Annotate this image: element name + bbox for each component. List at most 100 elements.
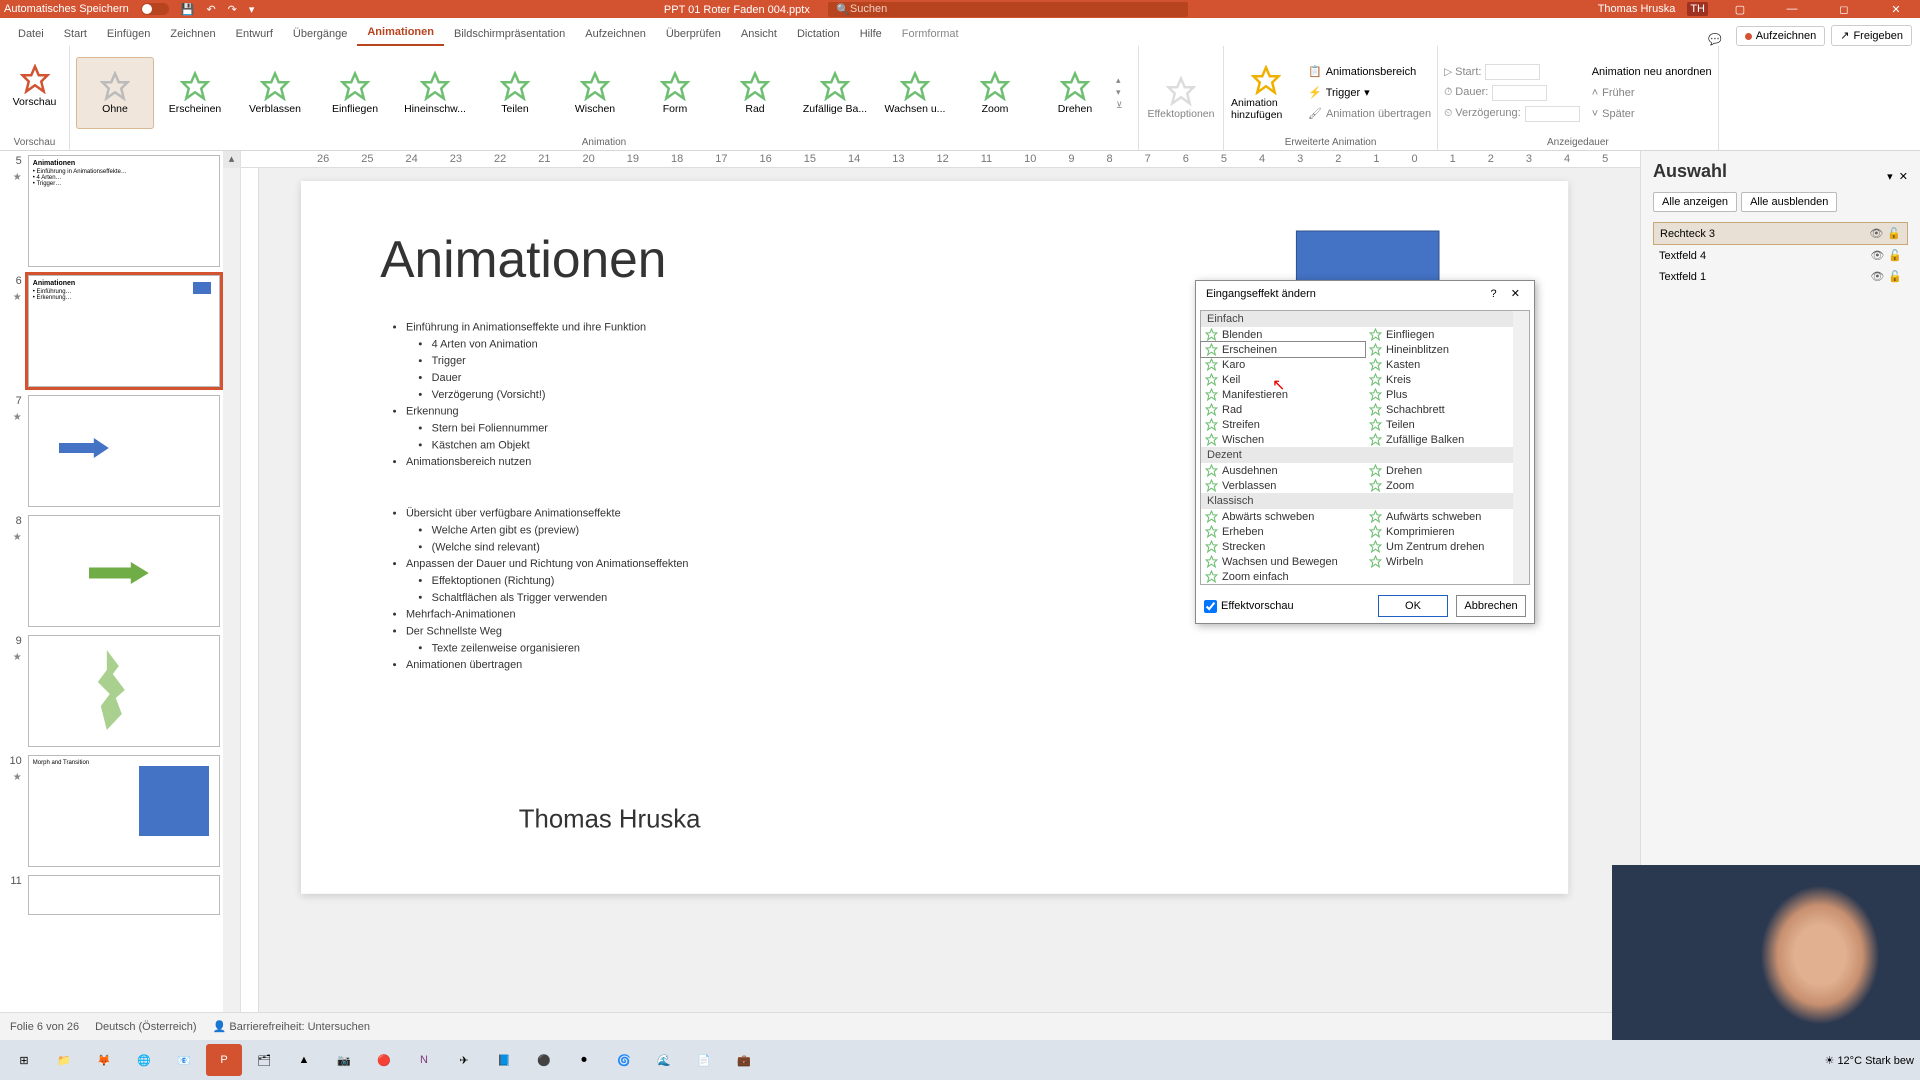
- effect-zoomeinfach[interactable]: Zoom einfach: [1201, 569, 1365, 584]
- app6-icon[interactable]: 🌀: [606, 1044, 642, 1076]
- earlier-button[interactable]: ˄ Früher: [1592, 83, 1712, 103]
- animation-pane-button[interactable]: 📋 Animationsbereich: [1308, 62, 1431, 82]
- redo-icon[interactable]: ↷: [228, 3, 237, 16]
- effect-blenden[interactable]: Blenden: [1201, 327, 1365, 342]
- app4-icon[interactable]: 📘: [486, 1044, 522, 1076]
- comments-icon[interactable]: 💬: [1708, 33, 1722, 46]
- autosave-toggle[interactable]: [141, 3, 169, 15]
- maximize-icon[interactable]: ◻: [1824, 3, 1864, 16]
- anim-rad[interactable]: Rad: [716, 57, 794, 129]
- anim-wachsenu[interactable]: Wachsen u...: [876, 57, 954, 129]
- tab-start[interactable]: Start: [54, 22, 97, 46]
- verz-field[interactable]: [1525, 106, 1580, 122]
- thumb-5[interactable]: ★Animationen• Einführung in Animationsef…: [28, 155, 220, 267]
- dialog-help-icon[interactable]: ?: [1487, 288, 1501, 300]
- user-badge[interactable]: TH: [1687, 2, 1708, 16]
- vlc-icon[interactable]: ▲: [286, 1044, 322, 1076]
- telegram-icon[interactable]: ✈: [446, 1044, 482, 1076]
- start-button[interactable]: ⊞: [6, 1044, 42, 1076]
- effect-karo[interactable]: Karo: [1201, 357, 1365, 372]
- effect-verblassen[interactable]: Verblassen: [1201, 478, 1365, 493]
- effect-wirbeln[interactable]: Wirbeln: [1365, 554, 1529, 569]
- tab-ueberpruefen[interactable]: Überprüfen: [656, 22, 731, 46]
- anim-ohne[interactable]: Ohne: [76, 57, 154, 129]
- tab-hilfe[interactable]: Hilfe: [850, 22, 892, 46]
- app3-icon[interactable]: 🔴: [366, 1044, 402, 1076]
- app5-icon[interactable]: ⏺: [566, 1044, 602, 1076]
- eye-icon[interactable]: 👁: [1870, 249, 1884, 262]
- anim-gallery-more[interactable]: ▴▾⊻: [1116, 74, 1132, 112]
- thumb-11[interactable]: [28, 875, 220, 915]
- thumb-scrollbar[interactable]: ▴▾: [223, 151, 240, 1052]
- record-button[interactable]: Aufzeichnen: [1736, 26, 1826, 46]
- add-animation-button[interactable]: Animation hinzufügen: [1230, 57, 1302, 129]
- slide-counter[interactable]: Folie 6 von 26: [10, 1021, 79, 1033]
- effect-abwrtsschweben[interactable]: Abwärts schweben: [1201, 509, 1365, 524]
- effect-wachsenundbewegen[interactable]: Wachsen und Bewegen: [1201, 554, 1365, 569]
- eye-icon[interactable]: 👁: [1870, 270, 1884, 283]
- trigger-button[interactable]: ⚡ Trigger ▾: [1308, 83, 1431, 103]
- anim-hineinschw[interactable]: Hineinschw...: [396, 57, 474, 129]
- lock-icon[interactable]: 🔓: [1888, 249, 1902, 262]
- app2-icon[interactable]: 📷: [326, 1044, 362, 1076]
- chrome-icon[interactable]: 🌐: [126, 1044, 162, 1076]
- selection-item-textfeld1[interactable]: Textfeld 1👁🔓: [1653, 266, 1908, 287]
- app7-icon[interactable]: 📄: [686, 1044, 722, 1076]
- app-icon[interactable]: 🗂: [246, 1044, 282, 1076]
- anim-drehen[interactable]: Drehen: [1036, 57, 1114, 129]
- selection-item-rechteck[interactable]: Rechteck 3👁🔓: [1653, 222, 1908, 245]
- firefox-icon[interactable]: 🦊: [86, 1044, 122, 1076]
- effect-zuflligebalken[interactable]: Zufällige Balken: [1365, 432, 1529, 447]
- selpane-dropdown-icon[interactable]: ▾: [1887, 171, 1893, 183]
- lock-icon[interactable]: 🔓: [1887, 227, 1901, 240]
- save-icon[interactable]: 💾: [181, 3, 195, 16]
- anim-teilen[interactable]: Teilen: [476, 57, 554, 129]
- anim-einfliegen[interactable]: Einfliegen: [316, 57, 394, 129]
- effect-erheben[interactable]: Erheben: [1201, 524, 1365, 539]
- selpane-close-icon[interactable]: ✕: [1899, 171, 1908, 183]
- onenote-icon[interactable]: N: [406, 1044, 442, 1076]
- start-field[interactable]: [1485, 64, 1540, 80]
- effect-hineinblitzen[interactable]: Hineinblitzen: [1365, 342, 1529, 357]
- hide-all-button[interactable]: Alle ausblenden: [1741, 192, 1837, 212]
- search-box[interactable]: 🔍 Suchen: [828, 2, 1188, 17]
- ok-button[interactable]: OK: [1378, 595, 1448, 617]
- thumb-10[interactable]: ★Morph and Transition: [28, 755, 220, 867]
- obs-icon[interactable]: ⚫: [526, 1044, 562, 1076]
- tab-aufzeichnen[interactable]: Aufzeichnen: [575, 22, 656, 46]
- accessibility[interactable]: 👤 Barrierefreiheit: Untersuchen: [213, 1020, 370, 1033]
- effect-drehen[interactable]: Drehen: [1365, 463, 1529, 478]
- anim-zoom[interactable]: Zoom: [956, 57, 1034, 129]
- close-icon[interactable]: ✕: [1876, 3, 1916, 16]
- share-button[interactable]: ↗ Freigeben: [1831, 25, 1912, 46]
- tab-zeichnen[interactable]: Zeichnen: [160, 22, 225, 46]
- thumb-6[interactable]: ★Animationen• Einführung…• Erkennung…: [28, 275, 220, 387]
- tab-formformat[interactable]: Formformat: [892, 22, 969, 46]
- effect-rad[interactable]: Rad: [1201, 402, 1365, 417]
- minimize-icon[interactable]: —: [1772, 3, 1812, 15]
- show-all-button[interactable]: Alle anzeigen: [1653, 192, 1737, 212]
- selection-item-textfeld4[interactable]: Textfeld 4👁🔓: [1653, 245, 1908, 266]
- animation-painter-button[interactable]: 🖌 Animation übertragen: [1308, 104, 1431, 124]
- thumb-9[interactable]: ★: [28, 635, 220, 747]
- slide-author[interactable]: Thomas Hruska: [519, 804, 701, 835]
- effect-teilen[interactable]: Teilen: [1365, 417, 1529, 432]
- effect-options-button[interactable]: Effektoptionen: [1145, 62, 1217, 134]
- weather-widget[interactable]: ☀ 12°C Stark bew: [1825, 1054, 1914, 1067]
- outlook-icon[interactable]: 📧: [166, 1044, 202, 1076]
- effect-erscheinen[interactable]: Erscheinen: [1201, 342, 1365, 357]
- eye-icon[interactable]: 👁: [1869, 227, 1883, 240]
- ribbon-display-icon[interactable]: ▢: [1720, 3, 1760, 16]
- later-button[interactable]: ˅ Später: [1592, 104, 1712, 124]
- preview-checkbox[interactable]: Effektvorschau: [1204, 600, 1370, 613]
- tab-uebergaenge[interactable]: Übergänge: [283, 22, 357, 46]
- anim-form[interactable]: Form: [636, 57, 714, 129]
- effect-strecken[interactable]: Strecken: [1201, 539, 1365, 554]
- tab-bildschirm[interactable]: Bildschirmpräsentation: [444, 22, 575, 46]
- effect-zoom[interactable]: Zoom: [1365, 478, 1529, 493]
- edge-icon[interactable]: 🌊: [646, 1044, 682, 1076]
- cancel-button[interactable]: Abbrechen: [1456, 595, 1526, 617]
- explorer-icon[interactable]: 📁: [46, 1044, 82, 1076]
- effect-wischen[interactable]: Wischen: [1201, 432, 1365, 447]
- effect-komprimieren[interactable]: Komprimieren: [1365, 524, 1529, 539]
